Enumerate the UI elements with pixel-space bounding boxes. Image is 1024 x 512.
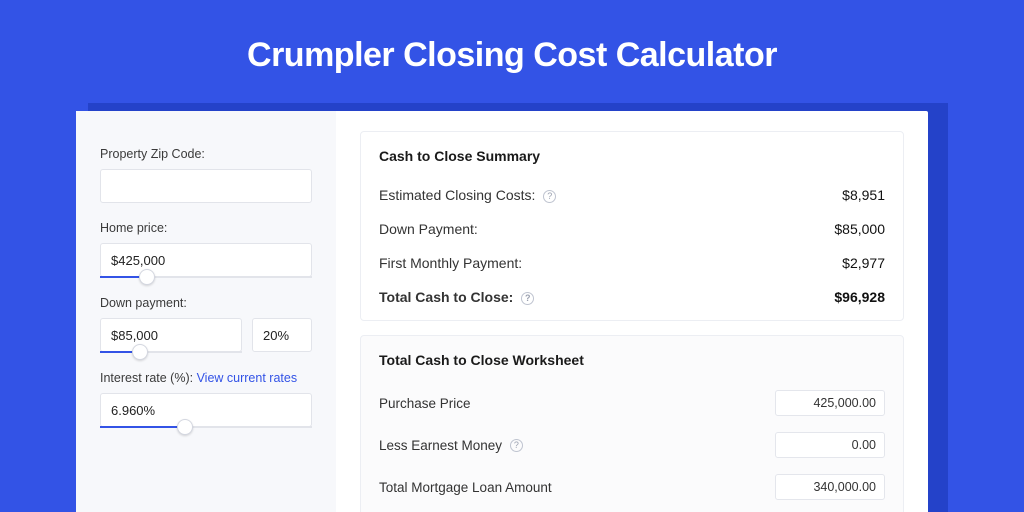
interest-label-text: Interest rate (%): bbox=[100, 371, 197, 385]
slider-thumb-icon[interactable] bbox=[177, 419, 193, 435]
home-price-input[interactable] bbox=[100, 243, 312, 277]
worksheet-row-input[interactable] bbox=[775, 474, 885, 500]
worksheet-row-input[interactable] bbox=[775, 390, 885, 416]
sidebar: Property Zip Code: Home price: Down paym… bbox=[76, 111, 336, 512]
slider-thumb-icon[interactable] bbox=[139, 269, 155, 285]
worksheet-title: Total Cash to Close Worksheet bbox=[379, 352, 885, 368]
home-price-label: Home price: bbox=[100, 221, 312, 235]
interest-group: Interest rate (%): View current rates bbox=[100, 371, 312, 428]
worksheet-row-label: Purchase Price bbox=[379, 396, 471, 411]
card-shadow: Property Zip Code: Home price: Down paym… bbox=[88, 103, 948, 512]
interest-slider[interactable] bbox=[100, 426, 312, 428]
worksheet-row: Total Second Mortgage Amount ? bbox=[379, 508, 885, 512]
worksheet-row-label: Total Mortgage Loan Amount bbox=[379, 480, 552, 495]
summary-row: First Monthly Payment: $2,977 bbox=[379, 246, 885, 280]
summary-row: Down Payment: $85,000 bbox=[379, 212, 885, 246]
summary-total-row: Total Cash to Close: ? $96,928 bbox=[379, 280, 885, 314]
down-payment-group: Down payment: bbox=[100, 296, 312, 353]
summary-title: Cash to Close Summary bbox=[379, 148, 885, 164]
down-payment-pct-input[interactable] bbox=[252, 318, 312, 352]
zip-group: Property Zip Code: bbox=[100, 147, 312, 203]
down-payment-slider[interactable] bbox=[100, 351, 242, 353]
summary-row-label: Down Payment: bbox=[379, 221, 478, 237]
summary-row-label: Estimated Closing Costs: bbox=[379, 187, 535, 203]
zip-label: Property Zip Code: bbox=[100, 147, 312, 161]
summary-total-label: Total Cash to Close: bbox=[379, 289, 513, 305]
home-price-slider[interactable] bbox=[100, 276, 312, 278]
summary-row-value: $8,951 bbox=[842, 187, 885, 203]
summary-total-value: $96,928 bbox=[834, 289, 885, 305]
down-payment-input[interactable] bbox=[100, 318, 242, 352]
summary-row-value: $85,000 bbox=[834, 221, 885, 237]
view-rates-link[interactable]: View current rates bbox=[197, 371, 298, 385]
calculator-card: Property Zip Code: Home price: Down paym… bbox=[76, 111, 928, 512]
worksheet-row: Less Earnest Money ? bbox=[379, 424, 885, 466]
slider-thumb-icon[interactable] bbox=[132, 344, 148, 360]
worksheet-row: Total Mortgage Loan Amount bbox=[379, 466, 885, 508]
interest-label: Interest rate (%): View current rates bbox=[100, 371, 312, 385]
worksheet-row: Purchase Price bbox=[379, 382, 885, 424]
down-payment-label: Down payment: bbox=[100, 296, 312, 310]
page-title: Crumpler Closing Cost Calculator bbox=[0, 0, 1024, 103]
summary-row-label: First Monthly Payment: bbox=[379, 255, 522, 271]
worksheet-row-label: Less Earnest Money bbox=[379, 438, 502, 453]
help-icon[interactable]: ? bbox=[543, 190, 556, 203]
home-price-group: Home price: bbox=[100, 221, 312, 278]
zip-input[interactable] bbox=[100, 169, 312, 203]
worksheet-row-input[interactable] bbox=[775, 432, 885, 458]
help-icon[interactable]: ? bbox=[521, 292, 534, 305]
summary-row: Estimated Closing Costs: ? $8,951 bbox=[379, 178, 885, 212]
summary-box: Cash to Close Summary Estimated Closing … bbox=[360, 131, 904, 321]
interest-input[interactable] bbox=[100, 393, 312, 427]
summary-row-value: $2,977 bbox=[842, 255, 885, 271]
help-icon[interactable]: ? bbox=[510, 439, 523, 452]
main-panel: Cash to Close Summary Estimated Closing … bbox=[336, 111, 928, 512]
worksheet-box: Total Cash to Close Worksheet Purchase P… bbox=[360, 335, 904, 512]
